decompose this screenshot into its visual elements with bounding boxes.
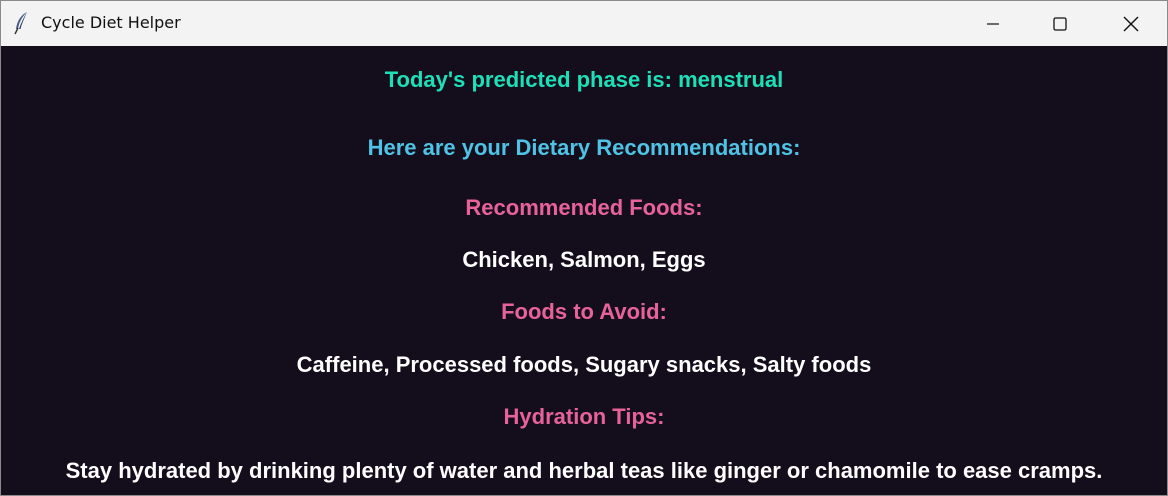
close-button[interactable] — [1096, 1, 1166, 46]
content-area: Today's predicted phase is: menstrual He… — [1, 46, 1167, 495]
foods-to-avoid-list: Caffeine, Processed foods, Sugary snacks… — [296, 352, 872, 377]
minimize-button[interactable] — [958, 1, 1028, 46]
feather-icon — [12, 11, 32, 35]
hydration-tip-text: Stay hydrated by drinking plenty of wate… — [65, 458, 1103, 483]
app-window: Cycle Diet Helper Today's predicted phas… — [0, 0, 1168, 496]
recommended-foods-heading: Recommended Foods: — [465, 195, 703, 220]
window-title: Cycle Diet Helper — [41, 13, 181, 32]
maximize-button[interactable] — [1025, 1, 1095, 46]
foods-to-avoid-heading: Foods to Avoid: — [501, 299, 667, 324]
hydration-tips-heading: Hydration Tips: — [503, 404, 665, 429]
maximize-icon — [1052, 16, 1068, 32]
recommended-foods-list: Chicken, Salmon, Eggs — [462, 247, 706, 272]
close-icon — [1122, 15, 1140, 33]
recommendations-intro: Here are your Dietary Recommendations: — [367, 135, 801, 160]
minimize-icon — [985, 16, 1001, 32]
phase-label: Today's predicted phase is: menstrual — [384, 67, 784, 92]
title-bar[interactable]: Cycle Diet Helper — [1, 1, 1167, 46]
